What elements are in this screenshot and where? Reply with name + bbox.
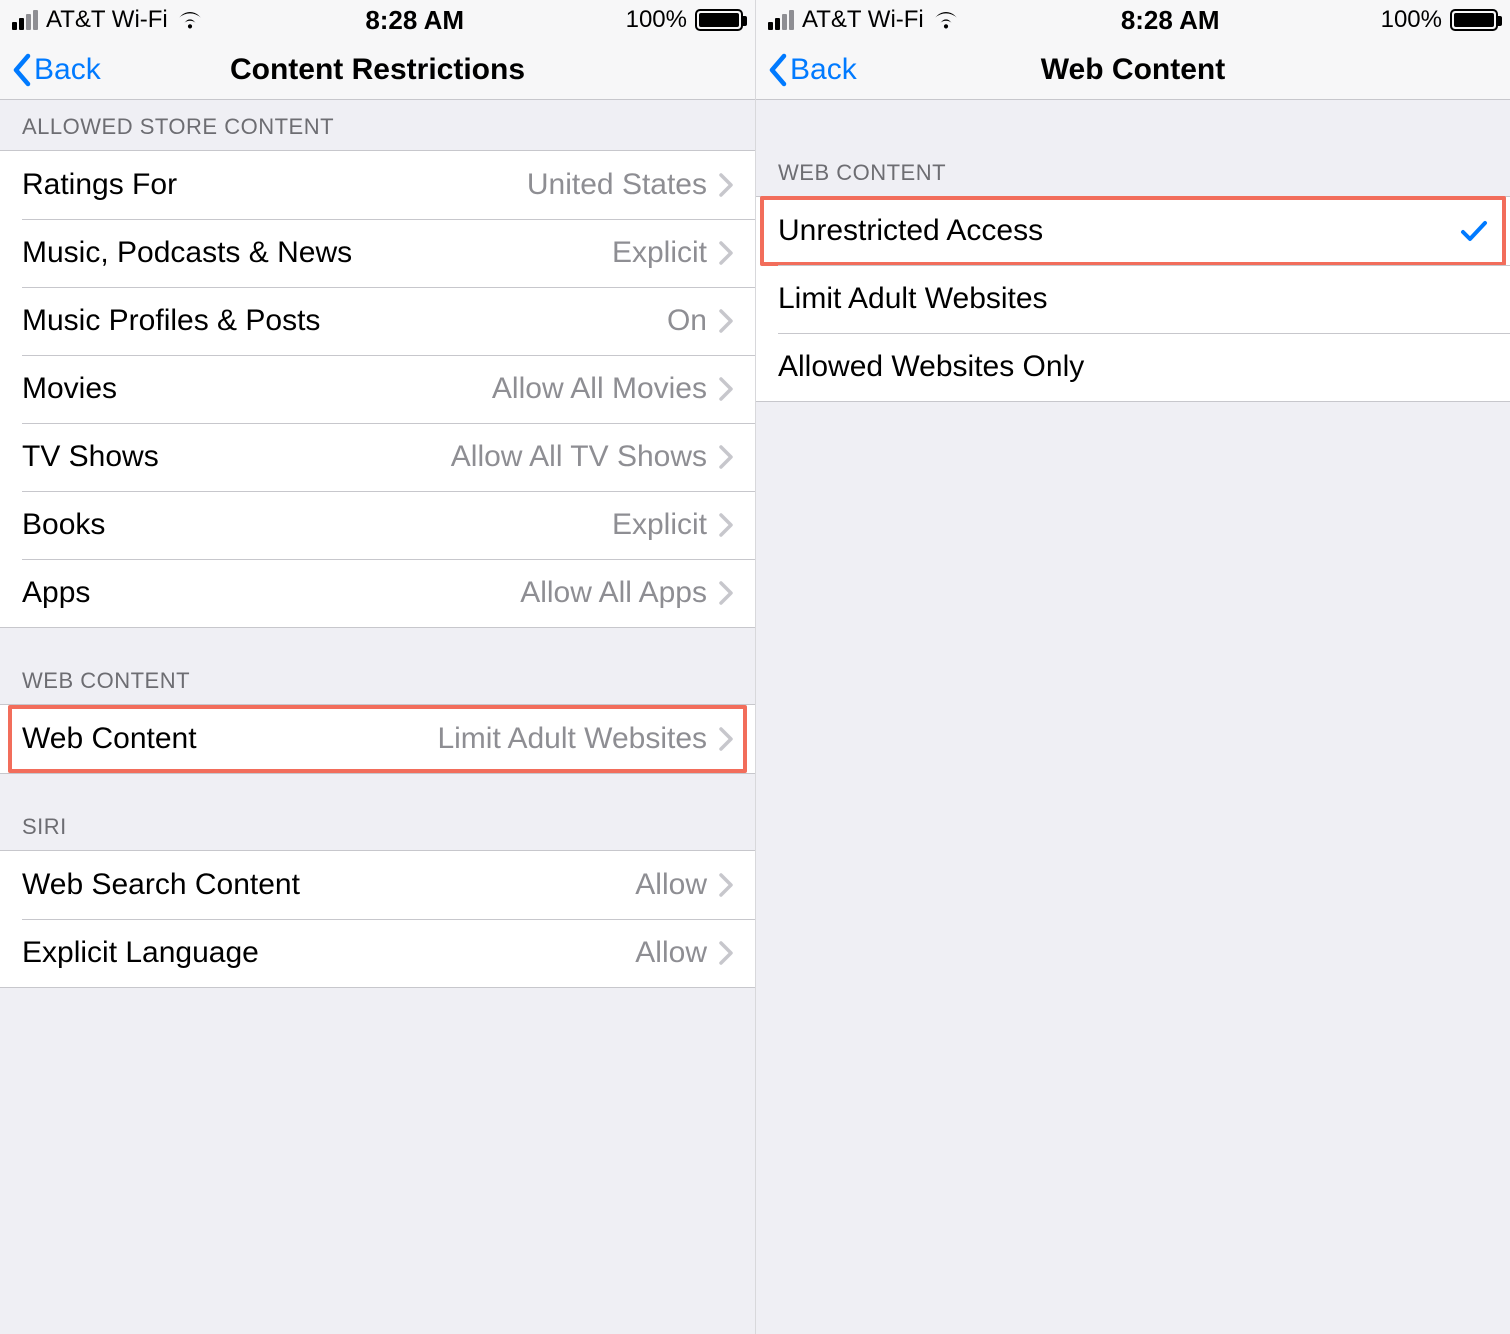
option-allowed-websites-only[interactable]: Allowed Websites Only xyxy=(756,333,1510,401)
page-title: Content Restrictions xyxy=(0,53,755,87)
option-label: Unrestricted Access xyxy=(778,214,1043,248)
row-music-profiles-posts[interactable]: Music Profiles & Posts On xyxy=(0,287,755,355)
wifi-icon xyxy=(176,9,204,31)
chevron-right-icon xyxy=(719,513,733,537)
chevron-right-icon xyxy=(719,873,733,897)
option-label: Limit Adult Websites xyxy=(778,282,1048,316)
status-time: 8:28 AM xyxy=(1121,5,1220,36)
chevron-right-icon xyxy=(719,309,733,333)
screen-content-restrictions: AT&T Wi-Fi 8:28 AM 100% Back Content Res… xyxy=(0,0,755,1334)
list-group-siri: Web Search Content Allow Explicit Langua… xyxy=(0,850,755,988)
status-time: 8:28 AM xyxy=(365,5,464,36)
carrier-label: AT&T Wi-Fi xyxy=(802,6,924,34)
cell-signal-icon xyxy=(12,10,38,30)
row-label: TV Shows xyxy=(22,440,159,474)
row-books[interactable]: Books Explicit xyxy=(0,491,755,559)
status-left-group: AT&T Wi-Fi xyxy=(12,6,204,34)
row-label: Music, Podcasts & News xyxy=(22,236,352,270)
row-label: Books xyxy=(22,508,105,542)
chevron-right-icon xyxy=(719,173,733,197)
status-bar: AT&T Wi-Fi 8:28 AM 100% xyxy=(756,0,1510,40)
section-header-web: WEB CONTENT xyxy=(0,628,755,704)
battery-percent-label: 100% xyxy=(626,6,687,34)
option-limit-adult-websites[interactable]: Limit Adult Websites xyxy=(756,265,1510,333)
row-value: Explicit xyxy=(612,236,707,270)
row-value: Allow All Movies xyxy=(492,372,707,406)
section-header-web: WEB CONTENT xyxy=(756,100,1510,196)
row-label: Web Content xyxy=(22,722,197,756)
row-web-content[interactable]: Web Content Limit Adult Websites xyxy=(0,705,755,773)
row-value: Allow xyxy=(635,936,707,970)
battery-icon xyxy=(695,9,743,31)
row-explicit-language[interactable]: Explicit Language Allow xyxy=(0,919,755,987)
row-label: Explicit Language xyxy=(22,936,259,970)
back-button[interactable]: Back xyxy=(12,53,101,87)
row-label: Apps xyxy=(22,576,90,610)
row-tv-shows[interactable]: TV Shows Allow All TV Shows xyxy=(0,423,755,491)
section-header-siri: SIRI xyxy=(0,774,755,850)
chevron-right-icon xyxy=(719,727,733,751)
chevron-right-icon xyxy=(719,445,733,469)
option-label: Allowed Websites Only xyxy=(778,350,1084,384)
row-value: United States xyxy=(527,168,707,202)
row-value: Explicit xyxy=(612,508,707,542)
nav-bar: Back Content Restrictions xyxy=(0,40,755,100)
status-left-group: AT&T Wi-Fi xyxy=(768,6,960,34)
status-right-group: 100% xyxy=(1381,6,1498,34)
checkmark-icon xyxy=(1460,219,1488,243)
row-movies[interactable]: Movies Allow All Movies xyxy=(0,355,755,423)
row-web-search-content[interactable]: Web Search Content Allow xyxy=(0,851,755,919)
status-bar: AT&T Wi-Fi 8:28 AM 100% xyxy=(0,0,755,40)
row-value: Allow All Apps xyxy=(520,576,707,610)
chevron-left-icon xyxy=(768,53,788,87)
row-label: Music Profiles & Posts xyxy=(22,304,320,338)
row-music-podcasts-news[interactable]: Music, Podcasts & News Explicit xyxy=(0,219,755,287)
chevron-left-icon xyxy=(12,53,32,87)
chevron-right-icon xyxy=(719,377,733,401)
row-label: Movies xyxy=(22,372,117,406)
row-value: On xyxy=(667,304,707,338)
battery-percent-label: 100% xyxy=(1381,6,1442,34)
row-value: Allow All TV Shows xyxy=(451,440,707,474)
carrier-label: AT&T Wi-Fi xyxy=(46,6,168,34)
row-value: Allow xyxy=(635,868,707,902)
section-header-store: ALLOWED STORE CONTENT xyxy=(0,100,755,150)
row-apps[interactable]: Apps Allow All Apps xyxy=(0,559,755,627)
back-label: Back xyxy=(790,53,857,87)
status-right-group: 100% xyxy=(626,6,743,34)
cell-signal-icon xyxy=(768,10,794,30)
list-group-web: Web Content Limit Adult Websites xyxy=(0,704,755,774)
list-group-store: Ratings For United States Music, Podcast… xyxy=(0,150,755,628)
back-label: Back xyxy=(34,53,101,87)
list-group-web-options: Unrestricted Access Limit Adult Websites… xyxy=(756,196,1510,402)
screen-web-content: AT&T Wi-Fi 8:28 AM 100% Back Web Content… xyxy=(755,0,1510,1334)
nav-bar: Back Web Content xyxy=(756,40,1510,100)
option-unrestricted-access[interactable]: Unrestricted Access xyxy=(756,197,1510,265)
battery-icon xyxy=(1450,9,1498,31)
row-label: Web Search Content xyxy=(22,868,300,902)
row-label: Ratings For xyxy=(22,168,177,202)
page-title: Web Content xyxy=(756,53,1510,87)
chevron-right-icon xyxy=(719,581,733,605)
row-ratings-for[interactable]: Ratings For United States xyxy=(0,151,755,219)
chevron-right-icon xyxy=(719,941,733,965)
row-value: Limit Adult Websites xyxy=(437,722,707,756)
chevron-right-icon xyxy=(719,241,733,265)
back-button[interactable]: Back xyxy=(768,53,857,87)
wifi-icon xyxy=(932,9,960,31)
